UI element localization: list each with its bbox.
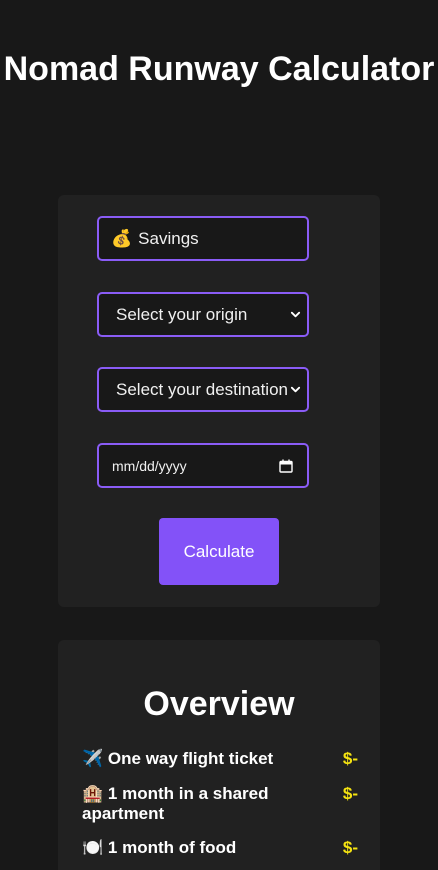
overview-title: Overview [143, 685, 295, 723]
origin-select[interactable]: Select your origin [97, 292, 309, 337]
calculator-form-card: 💰 Savings Select your origin Select your… [58, 195, 380, 607]
cost-value: $- [342, 838, 358, 857]
date-input[interactable]: mm/dd/yyyy [97, 443, 309, 488]
app-title: Nomad Runway Calculator [3, 50, 435, 88]
cost-row-food: 🍽️ 1 month of food $- [82, 838, 358, 858]
cost-row-flight: ✈️ One way flight ticket $- [82, 749, 358, 769]
savings-input[interactable]: 💰 Savings [97, 216, 309, 261]
savings-placeholder: Savings [138, 228, 199, 248]
destination-select[interactable]: Select your destination [97, 367, 309, 412]
cost-label: 1 month in a shared apartment [82, 784, 269, 823]
overview-card: Overview ✈️ One way flight ticket $- 🏨 1… [58, 640, 380, 870]
plate-icon: 🍽️ [82, 838, 104, 857]
calculate-button[interactable]: Calculate [159, 518, 279, 585]
hotel-icon: 🏨 [82, 784, 104, 803]
cost-value: $- [342, 784, 358, 803]
cost-row-apartment: 🏨 1 month in a shared apartment $- [82, 784, 358, 824]
page: Nomad Runway Calculator 💰 Savings Select… [0, 0, 438, 870]
chevron-down-icon [290, 386, 301, 392]
cost-label: 1 month of food [107, 838, 237, 857]
cost-label: One way flight ticket [107, 749, 274, 768]
date-value: mm/dd/yyyy [112, 457, 187, 474]
destination-selected-value: Select your destination [116, 379, 288, 399]
origin-selected-value: Select your origin [116, 304, 248, 324]
chevron-down-icon [290, 311, 301, 317]
money-bag-icon: 💰 [111, 228, 133, 248]
calendar-icon[interactable] [279, 459, 293, 473]
airplane-icon: ✈️ [82, 749, 104, 768]
cost-value: $- [342, 749, 358, 768]
